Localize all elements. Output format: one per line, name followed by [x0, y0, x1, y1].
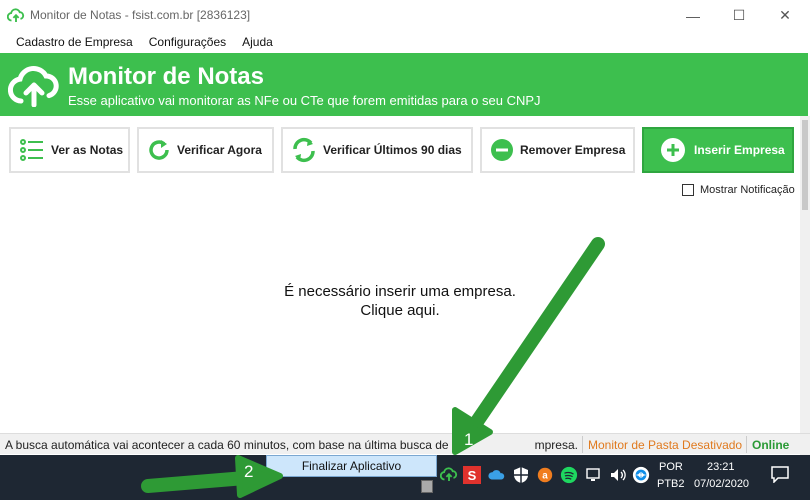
- annotation-number-2: 2: [244, 462, 254, 481]
- annotation-arrows: [141, 237, 605, 498]
- annotation-number-1: 1: [464, 430, 474, 449]
